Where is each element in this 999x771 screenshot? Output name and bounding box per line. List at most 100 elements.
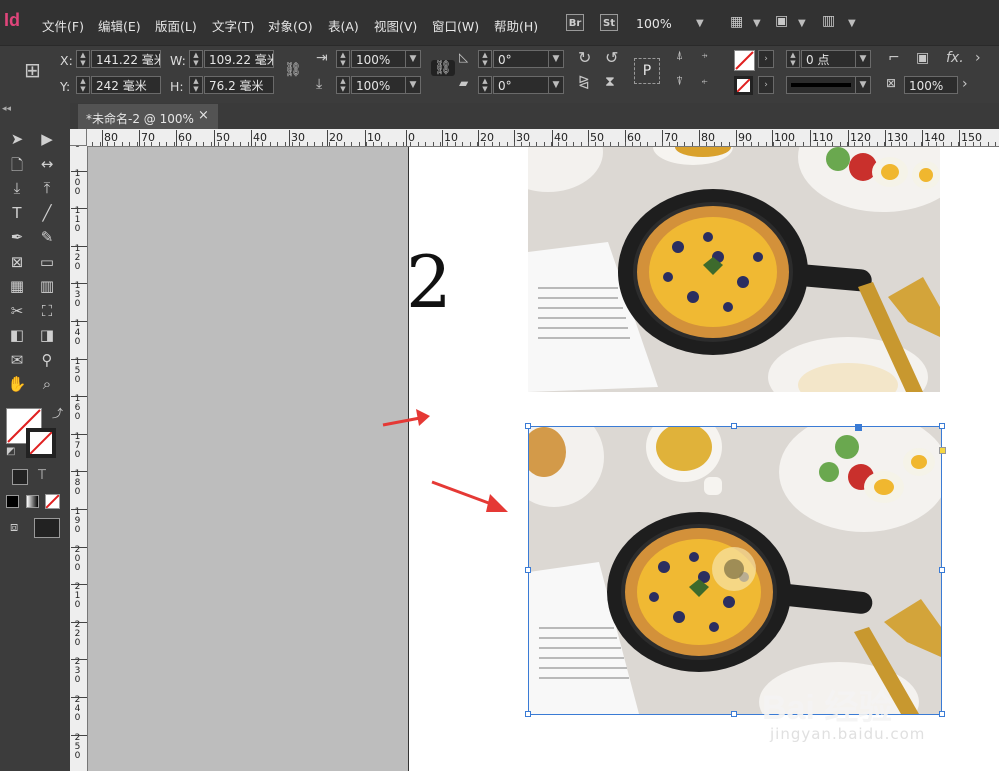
select-next-icon[interactable]: ⍅ bbox=[701, 74, 708, 89]
type-tool-icon[interactable]: T bbox=[6, 204, 28, 222]
menu-window[interactable]: 窗口(W) bbox=[432, 16, 479, 35]
line-tool-icon[interactable]: ╱ bbox=[36, 204, 58, 222]
gradient-feather-tool-icon[interactable]: ◨ bbox=[36, 326, 58, 344]
flip-vertical-icon[interactable]: ⧗ bbox=[605, 74, 615, 90]
selection-handle[interactable] bbox=[939, 711, 945, 717]
apply-color-icon[interactable] bbox=[6, 495, 19, 508]
h-field[interactable]: 76.2 毫米 bbox=[204, 76, 274, 94]
rotate-spinner[interactable]: ▲ ▼ bbox=[478, 50, 492, 68]
corner-options-icon[interactable]: ⌐ bbox=[888, 50, 900, 66]
apply-none-icon[interactable] bbox=[45, 494, 60, 509]
x-spinner[interactable]: ▲ ▼ bbox=[76, 50, 90, 68]
menu-edit[interactable]: 编辑(E) bbox=[98, 16, 141, 35]
rotate-field[interactable]: 0° bbox=[493, 50, 549, 68]
live-corners-handle[interactable] bbox=[939, 447, 946, 454]
normal-view-icon[interactable]: ⧈ bbox=[10, 520, 18, 535]
menu-object[interactable]: 对象(O) bbox=[268, 16, 313, 35]
horizontal-ruler[interactable]: 80 70 60 50 40 30 20 10 0 10 20 30 40 50 60 70 80 90 100 11… bbox=[70, 129, 999, 147]
effects-icon[interactable]: fx. bbox=[946, 50, 964, 66]
rectangle-tool-icon[interactable]: ▭ bbox=[36, 253, 58, 271]
scale-y-dropdown[interactable]: ▼ bbox=[405, 76, 421, 94]
w-field[interactable]: 109.22 毫米 bbox=[204, 50, 274, 68]
formatting-container-icon[interactable] bbox=[12, 469, 28, 485]
opacity-field[interactable]: 100% bbox=[904, 76, 958, 94]
w-spinner[interactable]: ▲ ▼ bbox=[189, 50, 203, 68]
select-previous-icon[interactable]: ⍆ bbox=[701, 48, 708, 63]
preview-mode-icon[interactable] bbox=[34, 518, 60, 538]
hand-tool-icon[interactable]: ✋ bbox=[6, 375, 28, 393]
page-number-text[interactable]: 2 bbox=[406, 246, 452, 318]
selection-handle[interactable] bbox=[525, 423, 531, 429]
grid-tool-icon[interactable]: ▥ bbox=[36, 277, 58, 295]
pencil-tool-icon[interactable]: ✎ bbox=[36, 228, 58, 246]
content-placer-icon[interactable]: ⤒ bbox=[36, 179, 58, 197]
zoom-chevron-icon[interactable]: ▼ bbox=[696, 18, 704, 29]
screen-mode-icon[interactable]: ▦ bbox=[730, 14, 743, 30]
placed-image-bottom[interactable] bbox=[529, 427, 941, 714]
selection-handle[interactable] bbox=[525, 711, 531, 717]
selection-handle[interactable] bbox=[525, 567, 531, 573]
reference-point-icon[interactable]: ⊞ bbox=[24, 58, 41, 82]
shear-spinner[interactable]: ▲ ▼ bbox=[478, 76, 492, 94]
direct-selection-tool-icon[interactable]: ▶ bbox=[36, 130, 58, 148]
stroke-type-dropdown[interactable]: ▼ bbox=[855, 76, 871, 94]
table-tool-icon[interactable]: ▦ bbox=[6, 277, 28, 295]
free-transform-tool-icon[interactable]: ⛶ bbox=[36, 302, 58, 320]
menu-type[interactable]: 文字(T) bbox=[212, 16, 254, 35]
fx-chevron-icon[interactable]: › bbox=[975, 50, 981, 66]
menu-file[interactable]: 文件(F) bbox=[42, 16, 84, 35]
selection-handle[interactable] bbox=[731, 423, 737, 429]
stroke-weight-dropdown[interactable]: ▼ bbox=[855, 50, 871, 68]
rotate-clockwise-icon[interactable]: ↻ bbox=[578, 48, 591, 67]
rectangle-frame-tool-icon[interactable]: ⊠ bbox=[6, 253, 28, 271]
menu-table[interactable]: 表(A) bbox=[328, 16, 359, 35]
collapse-panel-icon[interactable]: ◂◂ bbox=[2, 104, 11, 114]
h-spinner[interactable]: ▲ ▼ bbox=[189, 76, 203, 94]
gap-tool-icon[interactable]: ↔ bbox=[36, 155, 58, 173]
note-tool-icon[interactable]: ✉ bbox=[6, 351, 28, 369]
gradient-swatch-tool-icon[interactable]: ◧ bbox=[6, 326, 28, 344]
fill-swatch[interactable] bbox=[734, 50, 755, 71]
p-icon[interactable]: P bbox=[634, 58, 660, 84]
stroke-color-swatch[interactable] bbox=[26, 428, 56, 458]
arrange-chevron-icon[interactable]: ▼ bbox=[848, 18, 856, 29]
scissors-tool-icon[interactable]: ✂ bbox=[6, 302, 28, 320]
select-content-icon[interactable]: ⍒ bbox=[676, 74, 683, 89]
link-scale-icon[interactable]: ⛓ bbox=[431, 60, 455, 76]
flip-horizontal-icon[interactable]: ⧎ bbox=[578, 74, 590, 90]
selection-tool-icon[interactable]: ➤ bbox=[6, 130, 28, 148]
vertical-ruler[interactable]: 90 100 110 120 130 140 150 160 170 180 190 200 210 22… bbox=[70, 146, 88, 771]
selection-handle[interactable] bbox=[731, 711, 737, 717]
menu-view[interactable]: 视图(V) bbox=[374, 16, 417, 35]
stroke-weight-field[interactable]: 0 点 bbox=[801, 50, 857, 68]
menu-help[interactable]: 帮助(H) bbox=[494, 16, 538, 35]
view-options-icon[interactable]: ▣ bbox=[775, 13, 788, 29]
shear-field[interactable]: 0° bbox=[493, 76, 549, 94]
zoom-level[interactable]: 100% bbox=[636, 16, 672, 31]
frame-edge-handle[interactable] bbox=[855, 424, 862, 431]
stroke-dropdown[interactable]: › bbox=[758, 76, 774, 94]
eyedropper-tool-icon[interactable]: ⚲ bbox=[36, 351, 58, 369]
drop-shadow-icon[interactable]: ▣ bbox=[916, 50, 929, 66]
scale-x-field[interactable]: 100% bbox=[351, 50, 407, 68]
page-tool-icon[interactable]: 🗋 bbox=[6, 155, 28, 180]
close-tab-icon[interactable]: × bbox=[198, 108, 209, 123]
selection-handle[interactable] bbox=[939, 423, 945, 429]
x-field[interactable]: 141.22 毫米 bbox=[91, 50, 161, 68]
swap-colors-icon[interactable]: ⤴ bbox=[52, 405, 63, 421]
content-collector-icon[interactable]: ⤓ bbox=[6, 179, 28, 197]
scale-x-dropdown[interactable]: ▼ bbox=[405, 50, 421, 68]
placed-image-top[interactable] bbox=[528, 147, 940, 392]
selection-handle[interactable] bbox=[939, 567, 945, 573]
default-colors-icon[interactable]: ◩ bbox=[6, 446, 15, 457]
bridge-button[interactable]: Br bbox=[566, 14, 584, 31]
y-field[interactable]: 242 毫米 bbox=[91, 76, 161, 94]
view-options-chevron-icon[interactable]: ▼ bbox=[798, 18, 806, 29]
apply-gradient-icon[interactable] bbox=[26, 495, 39, 508]
y-spinner[interactable]: ▲ ▼ bbox=[76, 76, 90, 94]
stroke-type-select[interactable] bbox=[786, 76, 856, 94]
stroke-weight-spinner[interactable]: ▲ ▼ bbox=[786, 50, 800, 68]
scale-y-spinner[interactable]: ▲ ▼ bbox=[336, 76, 350, 94]
ruler-origin[interactable] bbox=[70, 129, 87, 146]
rotate-dropdown[interactable]: ▼ bbox=[548, 50, 564, 68]
